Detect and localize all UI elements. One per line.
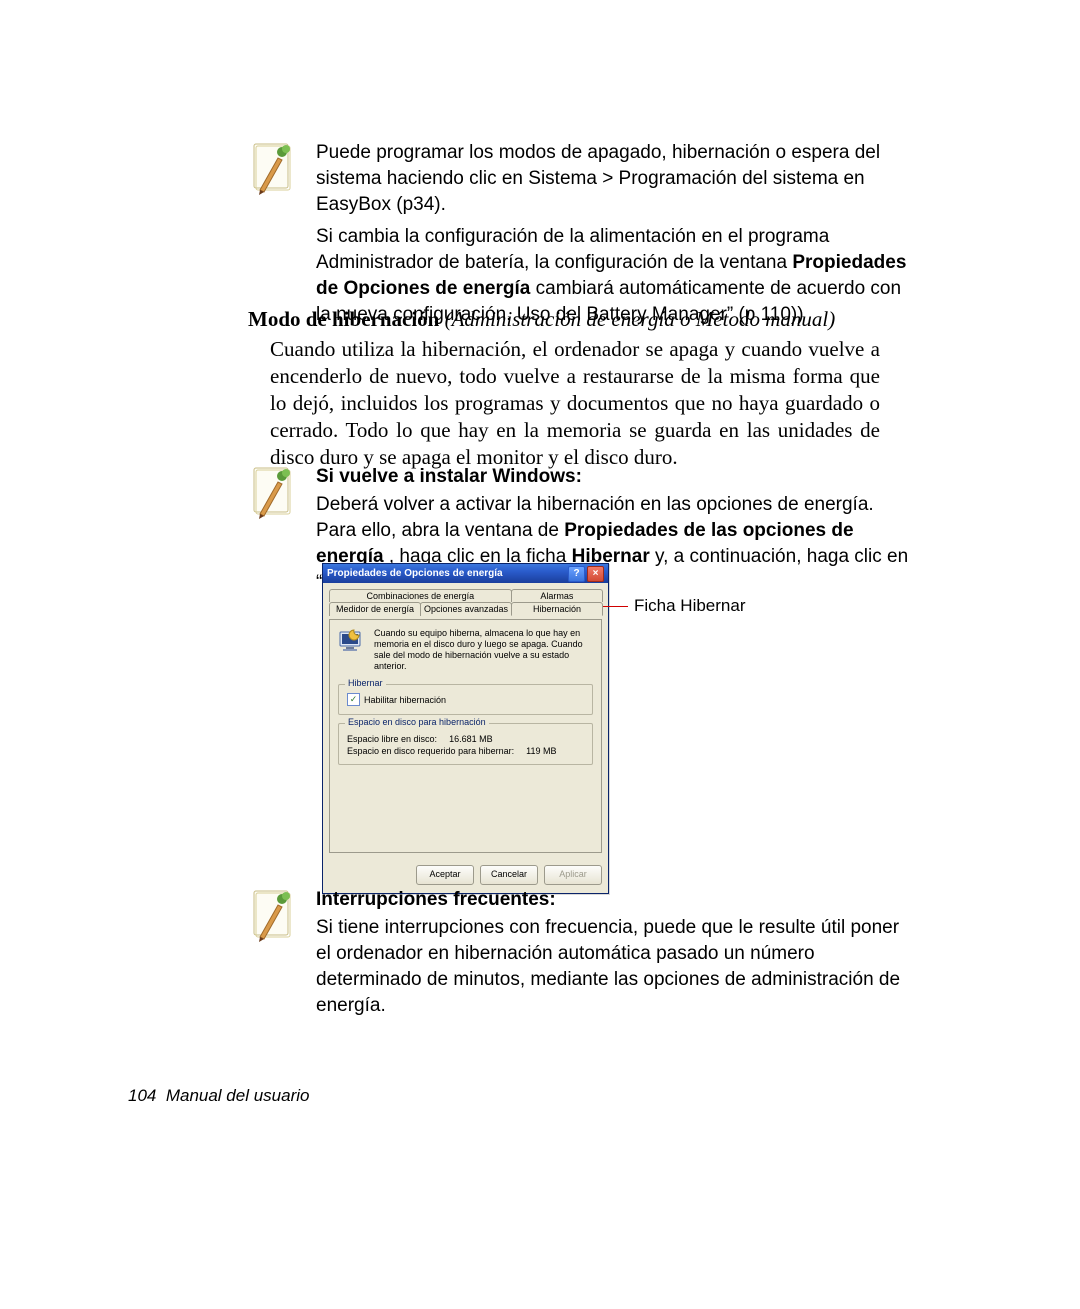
note1-line2a: Si cambia la configuración de la aliment…	[316, 226, 829, 273]
section-heading-bold: Modo de hibernación	[248, 307, 439, 331]
tab-medidor[interactable]: Medidor de energía	[329, 602, 421, 616]
help-icon[interactable]: ?	[568, 566, 585, 582]
callout-label: Ficha Hibernar	[634, 596, 746, 616]
note-pencil-icon	[248, 464, 298, 522]
section-body: Cuando utiliza la hibernación, el ordena…	[270, 336, 880, 471]
note1-text: Puede programar los modos de apagado, hi…	[316, 140, 916, 328]
group-disk-space: Espacio en disco para hibernación Espaci…	[338, 723, 593, 765]
close-icon[interactable]: ×	[587, 566, 604, 582]
ok-button[interactable]: Aceptar	[416, 865, 474, 885]
apply-button[interactable]: Aplicar	[544, 865, 602, 885]
page-number: 104	[128, 1086, 156, 1105]
tab-combinaciones[interactable]: Combinaciones de energía	[329, 589, 512, 602]
required-space-value: 119 MB	[526, 746, 556, 756]
required-space-label: Espacio en disco requerido para hibernar…	[347, 746, 514, 756]
tab-panel: Cuando su equipo hiberna, almacena lo qu…	[329, 619, 602, 853]
note2-heading: Si vuelve a instalar Windows:	[316, 464, 916, 490]
dialog-title: Propiedades de Opciones de energía	[327, 564, 503, 583]
section-heading: Modo de hibernación (Administración de e…	[248, 307, 835, 332]
note1-line1: Puede programar los modos de apagado, hi…	[316, 140, 916, 218]
note-pencil-icon	[248, 887, 298, 945]
callout-hibernar: Ficha Hibernar	[594, 596, 746, 616]
dialog-info-text: Cuando su equipo hiberna, almacena lo qu…	[374, 628, 593, 672]
monitor-hibernate-icon	[338, 628, 366, 656]
section-heading-italic: (Administración de energía o Método manu…	[439, 307, 835, 331]
dialog-titlebar[interactable]: Propiedades de Opciones de energía ? ×	[323, 564, 608, 583]
page-footer: 104 Manual del usuario	[128, 1086, 309, 1106]
group-hibernar: Hibernar Habilitar hibernación	[338, 684, 593, 715]
cancel-button[interactable]: Cancelar	[480, 865, 538, 885]
free-space-value: 16.681 MB	[449, 734, 493, 744]
tab-alarmas[interactable]: Alarmas	[511, 589, 603, 602]
group-disk-title: Espacio en disco para hibernación	[345, 717, 489, 727]
tabs: Combinaciones de energía Alarmas Medidor…	[329, 589, 602, 616]
checkbox-enable-hibernate[interactable]	[347, 693, 360, 706]
tab-avanzadas[interactable]: Opciones avanzadas	[420, 602, 512, 616]
note3-text: Interrupciones frecuentes: Si tiene inte…	[316, 887, 916, 1019]
note-pencil-icon	[248, 140, 298, 198]
note3-heading: Interrupciones frecuentes:	[316, 887, 916, 913]
group-hibernar-title: Hibernar	[345, 678, 386, 688]
power-options-dialog: Propiedades de Opciones de energía ? × C…	[322, 563, 609, 894]
note3-body: Si tiene interrupciones con frecuencia, …	[316, 915, 916, 1019]
footer-label: Manual del usuario	[166, 1086, 310, 1105]
free-space-label: Espacio libre en disco:	[347, 734, 437, 744]
checkbox-label: Habilitar hibernación	[364, 695, 446, 705]
tab-hibernacion[interactable]: Hibernación	[511, 602, 603, 616]
